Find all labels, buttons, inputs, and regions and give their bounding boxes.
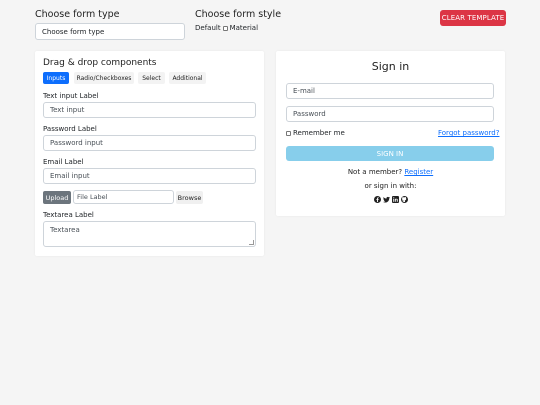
style-option-default[interactable]: Default xyxy=(195,24,221,32)
signin-email-placeholder: E-mail xyxy=(293,87,315,95)
remember-me-checkbox[interactable] xyxy=(286,130,291,136)
remember-me-label[interactable]: Remember me xyxy=(293,129,345,137)
signin-title: Sign in xyxy=(371,60,410,73)
social-icons xyxy=(276,196,505,203)
register-link[interactable]: Register xyxy=(404,168,433,176)
signin-password-input[interactable]: Password xyxy=(286,106,494,122)
textarea-label: Textarea Label xyxy=(43,211,94,219)
tab-radio-checkboxes[interactable]: Radio/Checkboxes xyxy=(74,72,134,84)
email-input-label: Email Label xyxy=(43,158,84,166)
remember-me-row: Remember me xyxy=(286,129,345,137)
tab-select[interactable]: Select xyxy=(138,72,165,84)
signin-button[interactable]: SIGN IN xyxy=(286,146,494,161)
tab-additional[interactable]: Additional xyxy=(169,72,206,84)
github-icon[interactable] xyxy=(400,196,408,203)
components-title: Drag & drop components xyxy=(43,58,157,68)
form-style-heading: Choose form style xyxy=(195,9,282,20)
resize-handle-icon[interactable] xyxy=(249,240,254,245)
form-type-value: Choose form type xyxy=(42,27,105,36)
tab-inputs[interactable]: Inputs xyxy=(43,72,69,84)
browse-button[interactable]: Browse xyxy=(176,191,203,204)
form-style-options: Default Material xyxy=(195,24,258,32)
password-input-label: Password Label xyxy=(43,125,97,133)
facebook-icon[interactable] xyxy=(373,196,381,203)
or-signin-text: or sign in with: xyxy=(364,182,417,190)
text-input[interactable]: Text input xyxy=(43,102,256,118)
form-type-select[interactable]: Choose form type xyxy=(35,23,185,40)
style-option-material[interactable]: Material xyxy=(230,24,258,32)
textarea-placeholder: Textarea xyxy=(50,226,80,234)
upload-button[interactable]: Upload xyxy=(43,191,71,204)
file-label-input[interactable]: File Label xyxy=(73,190,174,204)
forgot-password-link[interactable]: Forgot password? xyxy=(438,129,499,137)
form-type-heading: Choose form type xyxy=(35,9,120,20)
email-input[interactable]: Email input xyxy=(43,168,256,184)
material-checkbox[interactable] xyxy=(222,25,228,31)
email-input-placeholder: Email input xyxy=(50,172,90,180)
signin-password-placeholder: Password xyxy=(293,110,326,118)
not-member-row: Not a member? Register xyxy=(276,168,505,176)
signin-email-input[interactable]: E-mail xyxy=(286,83,494,99)
not-member-text: Not a member? xyxy=(347,168,403,176)
text-input-placeholder: Text input xyxy=(50,106,85,114)
clear-template-button[interactable]: CLEAR TEMPLATE xyxy=(440,10,506,26)
textarea-input[interactable]: Textarea xyxy=(43,221,256,247)
password-input-placeholder: Password input xyxy=(50,139,103,147)
file-label-placeholder: File Label xyxy=(77,193,108,201)
twitter-icon[interactable] xyxy=(382,196,390,203)
linkedin-icon[interactable] xyxy=(391,196,399,203)
password-input[interactable]: Password input xyxy=(43,135,256,151)
text-input-label: Text input Label xyxy=(43,92,99,100)
